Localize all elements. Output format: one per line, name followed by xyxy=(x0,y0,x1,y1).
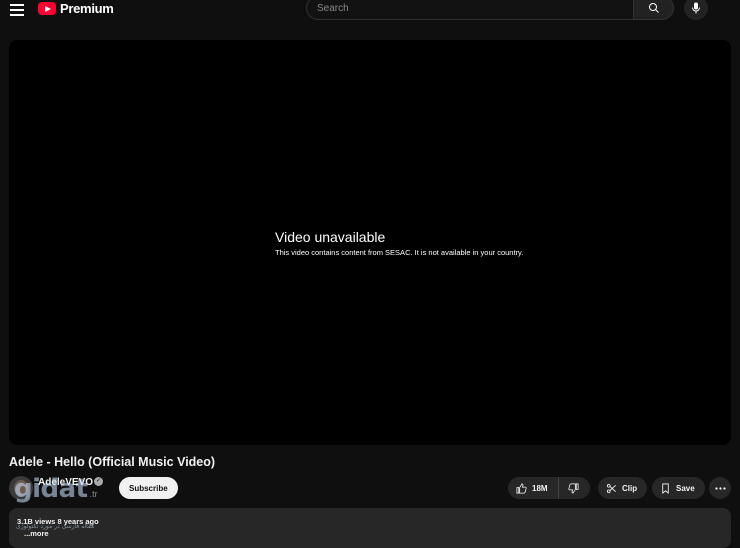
player-error-title: Video unavailable xyxy=(275,229,386,245)
watermark-logo-tld: .tr xyxy=(89,489,98,499)
search-input[interactable] xyxy=(306,0,634,20)
watermark-tagline: مقاله فارسی در مورد تکنولوژی xyxy=(16,523,95,530)
show-more-link[interactable]: ...more xyxy=(24,529,49,538)
channel-name[interactable]: AdeleVEVO xyxy=(38,477,93,488)
subscribe-button[interactable]: Subscribe xyxy=(119,477,178,499)
thumbs-down-icon xyxy=(567,483,579,493)
search-button[interactable] xyxy=(634,0,674,20)
save-label: Save xyxy=(676,483,695,493)
search-icon xyxy=(648,3,659,13)
like-count: 18M xyxy=(532,483,548,493)
bookmark-icon xyxy=(662,483,669,494)
save-button[interactable]: Save xyxy=(652,477,705,499)
brand-label: Premium xyxy=(60,1,114,16)
dislike-button[interactable] xyxy=(559,477,588,499)
like-button[interactable]: 18M xyxy=(508,477,559,499)
thumbs-up-icon xyxy=(516,483,527,493)
like-dislike-group: 18M xyxy=(508,477,590,499)
video-title: Adele - Hello (Official Music Video) xyxy=(9,455,216,469)
player-error-message: This video contains content from SESAC. … xyxy=(275,248,524,257)
channel-avatar[interactable] xyxy=(9,476,33,500)
more-horizontal-icon xyxy=(714,486,726,490)
clip-label: Clip xyxy=(622,483,638,493)
microphone-icon xyxy=(692,2,700,14)
description-box[interactable] xyxy=(9,508,731,548)
search-bar xyxy=(306,0,674,20)
voice-search-button[interactable] xyxy=(684,0,708,20)
scissors-icon xyxy=(606,483,616,493)
youtube-premium-logo[interactable]: Premium xyxy=(38,1,114,16)
clip-button[interactable]: Clip xyxy=(598,477,648,499)
youtube-icon xyxy=(38,2,56,15)
menu-icon[interactable] xyxy=(10,4,24,16)
verified-badge-icon: ✓ xyxy=(94,477,103,486)
more-actions-button[interactable] xyxy=(709,477,731,499)
